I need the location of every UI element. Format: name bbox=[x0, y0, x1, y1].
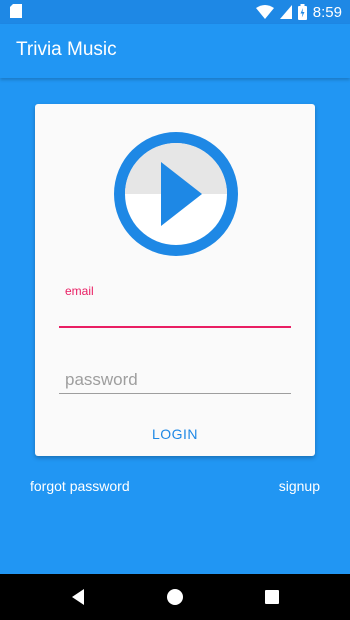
wifi-icon bbox=[255, 5, 274, 19]
cell-signal-icon bbox=[279, 5, 292, 19]
status-icons: 8:59 bbox=[255, 3, 342, 21]
sd-card-icon bbox=[10, 4, 22, 18]
signup-link[interactable]: signup bbox=[279, 478, 320, 494]
email-label: email bbox=[65, 284, 94, 298]
status-time: 8:59 bbox=[312, 3, 342, 21]
recents-icon[interactable] bbox=[262, 587, 282, 607]
login-card: email LOGIN bbox=[35, 104, 315, 456]
status-bar: 8:59 bbox=[0, 0, 350, 24]
app-title: Trivia Music bbox=[16, 39, 117, 60]
battery-icon bbox=[297, 4, 307, 20]
home-icon[interactable] bbox=[165, 587, 185, 607]
app-bar: Trivia Music bbox=[0, 24, 350, 78]
password-field[interactable] bbox=[59, 366, 291, 394]
email-field[interactable] bbox=[59, 300, 291, 328]
navigation-bar bbox=[0, 574, 350, 620]
play-circle-icon bbox=[114, 132, 238, 256]
back-icon[interactable] bbox=[68, 587, 88, 607]
forgot-password-link[interactable]: forgot password bbox=[30, 478, 130, 494]
login-button[interactable]: LOGIN bbox=[135, 420, 215, 448]
